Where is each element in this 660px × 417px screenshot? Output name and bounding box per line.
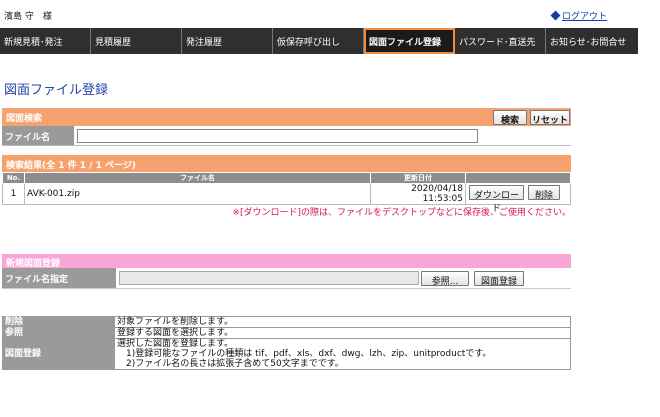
main-nav: 新規見積･発注 見積履歴 発注履歴 仮保存呼び出し 図面ファイル登録 パスワード… <box>0 28 638 54</box>
results-panel: 検索結果(全 1 件 1 / 1 ページ) No. ファイル名 更新日付 1 A… <box>2 155 571 214</box>
file-name-label: ファイル名 <box>2 126 74 145</box>
search-button[interactable]: 検索 <box>493 110 527 126</box>
tab-order-history[interactable]: 発注履歴 <box>182 28 273 54</box>
legend-desc-delete: 対象ファイルを削除します。 <box>114 316 571 328</box>
logout-label: ログアウト <box>562 12 608 22</box>
tab-quote-history[interactable]: 見積履歴 <box>91 28 182 54</box>
search-header-label: 図面検索 <box>6 114 43 124</box>
results-header: 検索結果(全 1 件 1 / 1 ページ) <box>2 155 571 172</box>
legend-register-line-1: 選択した図面を登録します。 <box>117 339 234 349</box>
top-bar: 濱島 守 様 ログアウト <box>0 0 660 28</box>
legend-key-delete: 削除 <box>2 316 115 328</box>
col-no: No. <box>2 172 25 184</box>
row-no: 1 <box>2 183 25 205</box>
register-button[interactable]: 図面登録 <box>474 271 524 287</box>
legend-register-line-3: 2)ファイル名の長さは拡張子含めて50文字までです。 <box>117 359 344 369</box>
page-title: 図面ファイル登録 <box>4 83 109 98</box>
results-table: No. ファイル名 更新日付 1 AVK-001.zip 2020/04/18 … <box>2 172 571 214</box>
tab-new-quote[interactable]: 新規見積･発注 <box>0 28 91 54</box>
delete-button[interactable]: 削除 <box>528 185 560 201</box>
tab-drawing-register[interactable]: 図面ファイル登録 <box>364 28 455 54</box>
tab-password-shipping[interactable]: パスワード･直送先 <box>455 28 546 54</box>
search-header: 図面検索 検索 リセット <box>2 108 571 126</box>
col-updated: 更新日付 <box>370 172 466 184</box>
tab-news-contact[interactable]: お知らせ･お問合せ <box>546 28 637 54</box>
reset-button[interactable]: リセット <box>530 110 570 126</box>
col-file-name: ファイル名 <box>24 172 371 184</box>
legend-key-register: 図面登録 <box>2 338 115 370</box>
register-panel: 新規図面登録 ファイル名指定 参照... 図面登録 <box>2 254 571 289</box>
results-header-row: No. ファイル名 更新日付 <box>2 172 571 184</box>
legend-desc-browse: 登録する図面を選択します。 <box>114 327 571 339</box>
file-name-input[interactable] <box>77 129 478 143</box>
file-select-row: ファイル名指定 参照... 図面登録 <box>2 268 571 289</box>
file-select-label: ファイル名指定 <box>2 268 116 288</box>
legend-key-browse: 参照 <box>2 327 115 339</box>
legend-register-line-2: 1)登録可能なファイルの種類は tif、pdf、xls、dxf、dwg、lzh、… <box>117 349 492 359</box>
row-actions: ダウンロード 削除 <box>465 183 571 214</box>
row-file-name: AVK-001.zip <box>24 183 371 205</box>
file-name-row: ファイル名 <box>2 126 571 146</box>
legend-table: 削除 対象ファイルを削除します。 参照 登録する図面を選択します。 図面登録 選… <box>2 316 571 370</box>
legend-desc-register: 選択した図面を登録します。 1)登録可能なファイルの種類は tif、pdf、xl… <box>114 338 571 370</box>
user-name: 濱島 守 様 <box>4 12 52 22</box>
file-path-input[interactable] <box>119 271 419 285</box>
download-note: ※[ダウンロード]の際は、ファイルをデスクトップなどに保存後、ご使用ください。 <box>232 208 571 218</box>
table-row: 1 AVK-001.zip 2020/04/18 11:53:05 ダウンロード… <box>2 183 571 214</box>
download-button[interactable]: ダウンロード <box>469 185 524 214</box>
register-header: 新規図面登録 <box>2 254 571 269</box>
diamond-icon <box>550 10 561 21</box>
col-actions <box>465 172 571 184</box>
browse-button[interactable]: 参照... <box>421 271 469 287</box>
legend-row-register: 図面登録 選択した図面を登録します。 1)登録可能なファイルの種類は tif、p… <box>2 338 571 370</box>
help-legend: 削除 対象ファイルを削除します。 参照 登録する図面を選択します。 図面登録 選… <box>2 316 571 370</box>
logout-link[interactable]: ログアウト <box>550 9 608 22</box>
tab-saved-drafts[interactable]: 仮保存呼び出し <box>273 28 364 54</box>
legend-row-delete: 削除 対象ファイルを削除します。 <box>2 316 571 328</box>
search-panel: 図面検索 検索 リセット ファイル名 <box>2 108 571 146</box>
row-updated: 2020/04/18 11:53:05 <box>370 183 466 205</box>
legend-row-browse: 参照 登録する図面を選択します。 <box>2 327 571 339</box>
